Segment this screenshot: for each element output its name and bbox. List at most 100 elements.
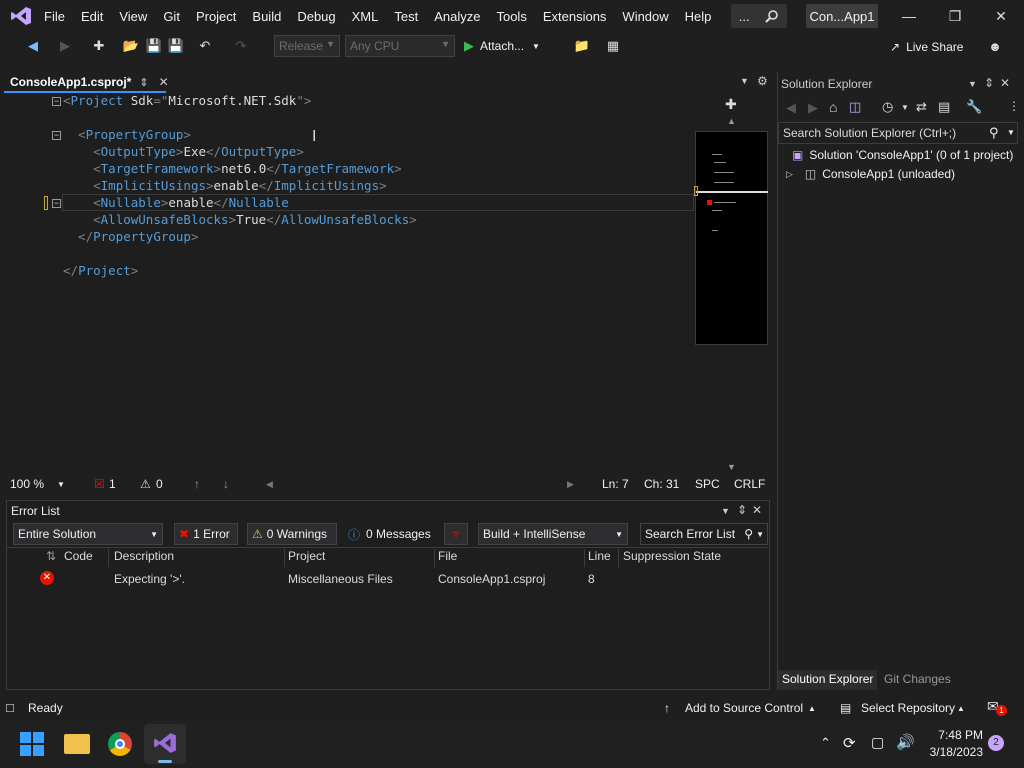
- switch-views-icon[interactable]: ◫: [849, 99, 861, 115]
- undo-button[interactable]: ↶: [196, 37, 214, 55]
- menu-edit[interactable]: Edit: [73, 9, 111, 24]
- tab-git-changes[interactable]: Git Changes: [880, 670, 955, 690]
- fold-icon[interactable]: −: [52, 97, 61, 106]
- chevron-up-icon[interactable]: ▲: [808, 704, 816, 713]
- menu-build[interactable]: Build: [244, 9, 289, 24]
- minimap[interactable]: [695, 131, 768, 345]
- menu-xml[interactable]: XML: [344, 9, 387, 24]
- platform-select[interactable]: Any CPU ▼: [345, 35, 455, 57]
- column-code[interactable]: Code: [64, 549, 93, 567]
- arrow-down-icon[interactable]: ↓: [223, 477, 229, 491]
- code-line[interactable]: <AllowUnsafeBlocks>True</AllowUnsafeBloc…: [63, 211, 417, 228]
- code-line[interactable]: <Project Sdk="Microsoft.NET.Sdk">: [63, 92, 311, 109]
- chevron-up-icon[interactable]: ▲: [957, 704, 965, 713]
- panel-dropdown-icon[interactable]: ▼: [968, 79, 977, 89]
- properties-wrench-icon[interactable]: 🔧: [966, 99, 982, 115]
- menu-file[interactable]: File: [36, 9, 73, 24]
- clock-time[interactable]: 7:48 PM: [927, 728, 983, 742]
- back-icon[interactable]: ◀: [786, 100, 796, 116]
- open-button[interactable]: 📂: [122, 37, 140, 55]
- select-repository[interactable]: Select Repository: [861, 701, 955, 715]
- chevron-down-icon[interactable]: ▼: [57, 480, 65, 489]
- attach-button[interactable]: ▶ Attach... ▼: [464, 37, 540, 55]
- error-list-search[interactable]: Search Error List ⚲ ▼: [640, 523, 768, 545]
- warning-count[interactable]: 0: [156, 477, 163, 491]
- tree-item-project[interactable]: ▷ ◫ ConsoleApp1 (unloaded): [786, 166, 955, 182]
- solution-title[interactable]: Con...App1: [806, 4, 878, 28]
- column-suppression-state[interactable]: Suppression State: [623, 549, 721, 567]
- live-share-button[interactable]: ↗ Live Share: [890, 38, 963, 56]
- save-button[interactable]: 💾: [145, 37, 163, 55]
- fold-icon[interactable]: −: [52, 131, 61, 140]
- scroll-down-icon[interactable]: ▼: [727, 462, 736, 472]
- sort-icon[interactable]: ⇅: [46, 549, 56, 567]
- menu-analyze[interactable]: Analyze: [426, 9, 488, 24]
- code-line[interactable]: </PropertyGroup>: [63, 228, 198, 245]
- code-line[interactable]: <Nullable>enable</Nullable: [63, 194, 289, 211]
- close-panel-icon[interactable]: ✕: [1000, 76, 1010, 90]
- build-filter-select[interactable]: Build + IntelliSense ▼: [478, 523, 628, 545]
- line-ending[interactable]: CRLF: [734, 477, 765, 491]
- close-button[interactable]: ✕: [978, 0, 1024, 32]
- menu-git[interactable]: Git: [155, 9, 188, 24]
- arrow-up-icon[interactable]: ↑: [194, 477, 200, 491]
- close-panel-icon[interactable]: ✕: [752, 503, 762, 517]
- add-to-source-control[interactable]: Add to Source Control: [685, 701, 803, 715]
- menu-help[interactable]: Help: [677, 9, 720, 24]
- menu-extensions[interactable]: Extensions: [535, 9, 615, 24]
- home-icon[interactable]: ⌂: [829, 99, 837, 115]
- scroll-left-icon[interactable]: ◀: [266, 479, 273, 490]
- menu-debug[interactable]: Debug: [289, 9, 343, 24]
- file-explorer-icon[interactable]: [64, 734, 90, 754]
- chevron-down-icon[interactable]: ▼: [901, 103, 909, 112]
- column-number[interactable]: Ch: 31: [644, 477, 679, 491]
- redo-button[interactable]: ↷: [232, 37, 250, 55]
- filter-button[interactable]: ▿: [444, 523, 468, 545]
- close-tab-icon[interactable]: ✕: [159, 75, 169, 89]
- tab-dropdown-icon[interactable]: ▼: [740, 76, 749, 86]
- column-line[interactable]: Line: [588, 549, 611, 567]
- error-count[interactable]: 1: [109, 477, 116, 491]
- code-line[interactable]: <OutputType>Exe</OutputType>: [63, 143, 304, 160]
- chrome-icon[interactable]: [108, 732, 132, 756]
- configuration-select[interactable]: Release ▼: [274, 35, 340, 57]
- tab-solution-explorer[interactable]: Solution Explorer: [778, 670, 878, 690]
- warnings-filter-button[interactable]: ⚠ 0 Warnings: [247, 523, 337, 545]
- forward-button[interactable]: ▶: [56, 37, 74, 55]
- chevron-up-icon[interactable]: ⌃: [820, 735, 831, 751]
- save-all-button[interactable]: 💾: [167, 37, 185, 55]
- minimize-button[interactable]: —: [886, 0, 932, 32]
- new-project-button[interactable]: ✚: [90, 37, 108, 55]
- pending-changes-icon[interactable]: ◷: [882, 99, 893, 115]
- code-line[interactable]: <TargetFramework>net6.0</TargetFramework…: [63, 160, 402, 177]
- search-button[interactable]: ...: [731, 4, 787, 28]
- expand-arrow-icon[interactable]: ▷: [786, 169, 793, 180]
- notification-badge[interactable]: 2: [988, 735, 1004, 751]
- code-line[interactable]: <PropertyGroup>: [63, 126, 191, 143]
- open-folder-button[interactable]: 📁: [573, 37, 591, 55]
- column-file[interactable]: File: [438, 549, 457, 567]
- errors-filter-button[interactable]: ✖ 1 Error: [174, 523, 238, 545]
- visual-studio-taskbar-button[interactable]: [144, 724, 186, 764]
- back-button[interactable]: ◀: [24, 37, 42, 55]
- solution-search-input[interactable]: Search Solution Explorer (Ctrl+;) ⚲ ▼: [778, 122, 1018, 144]
- sync-status-icon[interactable]: ⟳: [843, 734, 856, 752]
- line-number[interactable]: Ln: 7: [602, 477, 629, 491]
- panel-dropdown-icon[interactable]: ▼: [721, 506, 730, 516]
- settings-gear-icon[interactable]: ⚙: [757, 74, 768, 88]
- collapse-all-icon[interactable]: ▤: [938, 99, 950, 115]
- menu-tools[interactable]: Tools: [488, 9, 534, 24]
- more-options-icon[interactable]: ⋮: [1008, 99, 1020, 113]
- tab-consoleapp1-csproj[interactable]: ConsoleApp1.csproj* ⇕ ✕: [4, 73, 169, 93]
- pin-icon[interactable]: ⇕: [737, 503, 747, 517]
- spacing-mode[interactable]: SPC: [695, 477, 720, 491]
- code-line[interactable]: </Project>: [63, 262, 138, 279]
- tree-item-solution[interactable]: ▣ Solution 'ConsoleApp1' (0 of 1 project…: [792, 147, 1013, 163]
- menu-project[interactable]: Project: [188, 9, 244, 24]
- display-icon[interactable]: ▢: [871, 734, 884, 751]
- scroll-right-icon[interactable]: ▶: [567, 479, 574, 490]
- feedback-button[interactable]: ☻: [986, 37, 1004, 55]
- layout-button[interactable]: ▦: [604, 37, 622, 55]
- volume-icon[interactable]: 🔊: [896, 733, 915, 751]
- scroll-up-icon[interactable]: ▲: [727, 116, 736, 126]
